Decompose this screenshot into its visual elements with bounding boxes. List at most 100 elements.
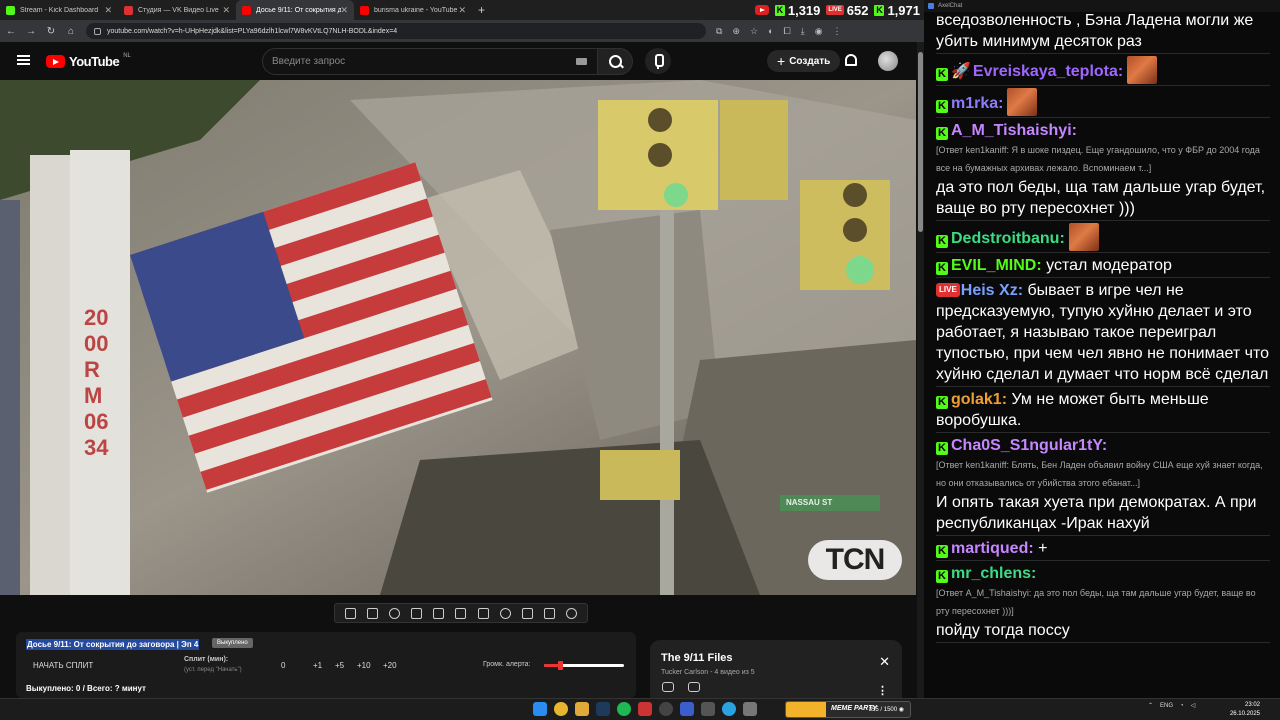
obs-icon[interactable] (659, 702, 673, 716)
language-indicator[interactable]: ENG (1160, 703, 1173, 709)
microphone-icon[interactable] (645, 48, 671, 74)
vk-favicon-icon (124, 5, 133, 15)
tab-dossier-911[interactable]: Досье 9/11: От сокрытия до з ✕ (236, 0, 354, 20)
steam-icon[interactable] (596, 702, 610, 716)
spotify-icon[interactable] (617, 702, 631, 716)
app-icon[interactable] (701, 702, 715, 716)
meme-party-widget: MEME PARTY 355 / 1500 ◉ (785, 701, 911, 718)
tab-burisma[interactable]: burisma ukraine - YouTube ✕ (354, 0, 472, 20)
vk-live-icon: LIVE (826, 5, 844, 15)
install-icon[interactable]: ⧉ (716, 26, 722, 37)
chat-username[interactable]: Dedstroitbanu: (951, 230, 1065, 247)
back-icon[interactable]: ← (6, 26, 16, 37)
chat-username[interactable]: EVIL_MIND: (951, 257, 1042, 274)
split-value-0[interactable]: 0 (281, 661, 285, 670)
chat-username[interactable]: A_M_Tishaishyi: (951, 122, 1077, 139)
shuffle-icon[interactable] (688, 682, 700, 692)
chrome-icon[interactable] (554, 702, 568, 716)
film-icon[interactable] (433, 607, 445, 619)
widget-value: 355 / 1500 ◉ (868, 707, 904, 713)
close-tab-icon[interactable]: ✕ (458, 5, 466, 16)
profile-icon[interactable]: ◉ (815, 26, 823, 37)
menu-dots-icon[interactable]: ⋮ (833, 26, 842, 37)
home-icon[interactable]: ⌂ (66, 26, 76, 37)
tab-title: burisma ukraine - YouTube (374, 6, 458, 14)
search-placeholder: Введите запрос (272, 56, 346, 67)
chat-username[interactable]: martiqued: (951, 540, 1034, 557)
search-button[interactable] (597, 48, 633, 75)
new-tab-button[interactable]: + (478, 3, 485, 17)
close-tab-icon[interactable]: ✕ (104, 5, 112, 16)
film-strip-icon[interactable] (477, 607, 489, 619)
taskbar-apps (533, 702, 757, 716)
kick-icon: K (936, 545, 948, 558)
youtube-header: YouTube NL Введите запрос + Создать (0, 42, 920, 80)
chat-username[interactable]: Heis Xz: (961, 282, 1023, 299)
kick-icon: K (936, 262, 948, 275)
app-icon[interactable] (680, 702, 694, 716)
explorer-icon[interactable] (575, 702, 589, 716)
split-add-20-button[interactable]: +20 (383, 661, 397, 670)
chat-username[interactable]: golak1: (951, 391, 1007, 408)
forward-icon[interactable]: → (26, 26, 36, 37)
notifications-bell-icon[interactable] (845, 54, 857, 66)
loop-icon[interactable] (344, 607, 356, 619)
search-input[interactable]: Введите запрос (262, 48, 598, 75)
chat-username[interactable]: Cha0S_S1ngular1tY: (951, 437, 1107, 454)
alert-volume-slider[interactable] (544, 661, 624, 670)
site-info-icon[interactable] (94, 27, 101, 35)
chevron-up-icon[interactable]: ⌃ (1148, 702, 1153, 709)
chat-username[interactable]: m1rka: (951, 95, 1003, 112)
avatar[interactable] (878, 51, 898, 71)
split-add-10-button[interactable]: +10 (357, 661, 371, 670)
tab-strip: Stream - Kick Dashboard ✕ Студия — VK Ви… (0, 0, 924, 20)
create-button[interactable]: + Создать (767, 50, 841, 72)
tab-vk-studio[interactable]: Студия — VK Видео Live ✕ (118, 0, 236, 20)
wifi-icon[interactable]: ◔ (1180, 703, 1184, 709)
chat-username[interactable]: mr_chlens: (951, 565, 1036, 582)
slider-handle[interactable] (558, 661, 563, 670)
volume-icon[interactable]: ◁ (1191, 702, 1196, 709)
screen-record-icon[interactable] (411, 607, 423, 619)
youtube-logo[interactable]: YouTube NL (46, 52, 131, 69)
page-scrollbar[interactable] (917, 42, 924, 698)
start-icon[interactable] (533, 702, 547, 716)
hamburger-menu-icon[interactable] (17, 55, 30, 65)
split-add-1-button[interactable]: +1 (313, 661, 322, 670)
app-icon[interactable] (638, 702, 652, 716)
close-tab-icon[interactable]: ✕ (340, 5, 348, 16)
telegram-icon[interactable] (722, 702, 736, 716)
close-tab-icon[interactable]: ✕ (222, 5, 230, 16)
chat-message-list[interactable]: вседозволенность , Бэна Ладена могли же … (924, 8, 1280, 643)
close-icon[interactable]: ✕ (879, 654, 890, 670)
speed-gauge-icon[interactable] (499, 607, 511, 619)
scrollbar-thumb[interactable] (918, 52, 923, 232)
download-icon[interactable]: ⤓ (801, 26, 805, 37)
more-options-icon[interactable]: ⋮ (877, 684, 888, 697)
video-player[interactable]: 2000RM0634 NASSAU ST TCN (0, 80, 916, 595)
reload-icon[interactable]: ↻ (46, 26, 56, 37)
chat-message: вседозволенность , Бэна Ладена могли же … (936, 8, 1270, 54)
start-split-button[interactable]: НАЧАТЬ СПЛИТ (33, 661, 93, 670)
split-add-5-button[interactable]: +5 (335, 661, 344, 670)
chat-username[interactable]: Evreiskaya_teplota: (973, 63, 1123, 80)
camera-icon[interactable] (544, 607, 556, 619)
region-code: NL (123, 52, 131, 59)
settings-gear-icon[interactable] (566, 607, 578, 619)
extension-icon[interactable]: ◐ (768, 26, 773, 36)
add-frame-icon[interactable] (521, 607, 533, 619)
tab-kick-dashboard[interactable]: Stream - Kick Dashboard ✕ (0, 0, 118, 20)
picture-in-picture-icon[interactable] (455, 607, 467, 619)
sort-icon[interactable] (366, 607, 378, 619)
puzzle-icon[interactable]: ⧠ (784, 26, 791, 37)
url-field[interactable]: youtube.com/watch?v=h-UHpHezjdk&list=PLY… (86, 23, 706, 39)
audio-icon[interactable] (388, 607, 400, 619)
playlist-title[interactable]: The 9/11 Files (661, 652, 733, 664)
zoom-icon[interactable]: ⊕ (732, 26, 740, 37)
bookmark-star-icon[interactable]: ☆ (750, 26, 758, 37)
clock[interactable]: 23:02 26.10.2025 (1230, 701, 1260, 719)
app-icon[interactable] (743, 702, 757, 716)
youtube-viewer-count: K 1,971 (874, 3, 920, 18)
keyboard-icon[interactable] (576, 58, 587, 65)
loop-icon[interactable] (662, 682, 674, 692)
